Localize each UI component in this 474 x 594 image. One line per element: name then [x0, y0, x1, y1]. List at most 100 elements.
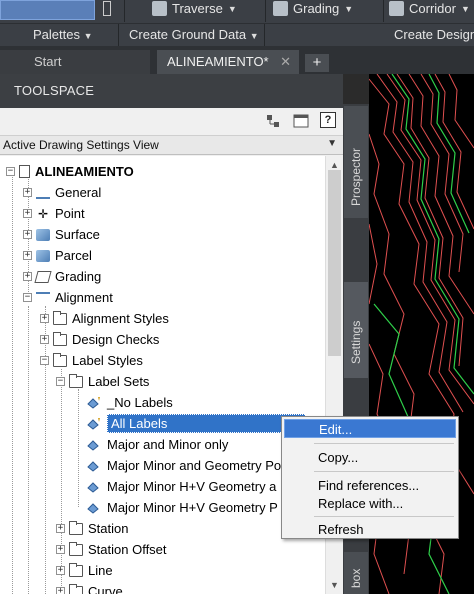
chevron-down-icon: ▼: [249, 31, 259, 41]
tree-node-major-minor-hv-p[interactable]: Major Minor H+V Geometry P: [86, 497, 278, 518]
expand-icon[interactable]: +: [23, 230, 32, 239]
tree-node-alignment-styles[interactable]: + Alignment Styles: [40, 308, 169, 329]
menu-item-find-references[interactable]: Find references...: [284, 476, 456, 495]
expand-icon[interactable]: +: [23, 188, 32, 197]
drawing-icon: [19, 165, 30, 178]
label-set-icon: [87, 461, 99, 472]
menu-item-replace-with[interactable]: Replace with...: [284, 494, 456, 513]
grading-icon: [34, 270, 52, 283]
tree-node-label-sets[interactable]: − Label Sets: [56, 371, 149, 392]
document-tab-bar: Start ALINEAMIENTO* ✕ +: [0, 46, 474, 74]
tree-node-parcel[interactable]: + Parcel: [23, 245, 92, 266]
expand-icon[interactable]: +: [56, 545, 65, 554]
tree-view-icon[interactable]: [264, 112, 282, 130]
traverse-icon: [152, 1, 167, 16]
tree-node-major-minor-only[interactable]: Major and Minor only: [86, 434, 228, 455]
folder-open-icon: [69, 373, 83, 388]
ribbon-tools-row: Traverse ▼ Grading ▼ Corridor ▼: [0, 0, 474, 22]
alignment-icon: [36, 291, 50, 304]
tree-node-alineamiento[interactable]: − ALINEAMIENTO: [6, 161, 134, 182]
tree-node-design-checks[interactable]: + Design Checks: [40, 329, 159, 350]
folder-icon: [69, 541, 83, 556]
label-set-icon: [87, 482, 99, 493]
surface-icon: [36, 228, 50, 241]
collapse-icon[interactable]: −: [56, 377, 65, 386]
expand-icon[interactable]: +: [23, 272, 32, 281]
tree-node-all-labels[interactable]: All Labels: [86, 413, 305, 434]
corridor-icon: [389, 1, 404, 16]
folder-icon: [69, 520, 83, 535]
collapse-icon[interactable]: −: [6, 167, 15, 176]
help-icon[interactable]: ?: [320, 112, 336, 128]
new-tab-button[interactable]: +: [305, 54, 329, 72]
tree-node-grading[interactable]: + Grading: [23, 266, 101, 287]
create-design-panel[interactable]: Create Design: [394, 27, 474, 42]
menu-item-edit[interactable]: Edit...: [284, 419, 456, 438]
palettes-panel[interactable]: Palettes ▼: [33, 27, 93, 42]
chevron-down-icon: ▼: [344, 3, 354, 14]
tree-node-point[interactable]: + ✛ Point: [23, 203, 85, 224]
label-set-icon: [87, 397, 100, 409]
expand-icon[interactable]: +: [40, 335, 49, 344]
grading-icon: [273, 1, 288, 16]
tree-node-surface[interactable]: + Surface: [23, 224, 100, 245]
expand-icon[interactable]: +: [56, 566, 65, 575]
ribbon-panels-row: Palettes ▼ Create Ground Data ▼ Create D…: [0, 23, 474, 46]
settings-tree: − ALINEAMIENTO + General + ✛ Point + Sur…: [0, 156, 325, 594]
menu-item-copy[interactable]: Copy...: [284, 448, 456, 467]
tab-settings[interactable]: Settings: [344, 282, 368, 378]
view-selector[interactable]: Active Drawing Settings View ▼: [0, 135, 343, 155]
point-icon: ✛: [37, 206, 49, 221]
tree-node-no-labels[interactable]: _No Labels: [86, 392, 173, 413]
tree-node-major-minor-geometry[interactable]: Major Minor and Geometry Po: [86, 455, 281, 476]
toolspace-toolbar: ?: [0, 108, 343, 135]
collapse-icon[interactable]: −: [40, 356, 49, 365]
tree-node-line[interactable]: + Line: [56, 560, 113, 581]
label-set-icon: [87, 503, 99, 514]
expand-icon[interactable]: +: [23, 251, 32, 260]
tab-start[interactable]: Start: [0, 50, 150, 74]
tree-node-station-offset[interactable]: + Station Offset: [56, 539, 167, 560]
tree-node-alignment[interactable]: − Alignment: [23, 287, 113, 308]
menu-item-refresh[interactable]: Refresh: [284, 520, 456, 539]
chevron-down-icon: ▼: [327, 138, 337, 149]
create-ground-data-panel[interactable]: Create Ground Data ▼: [129, 27, 259, 42]
scroll-up-icon[interactable]: ▲: [330, 160, 339, 170]
chevron-down-icon: ▼: [227, 3, 237, 14]
context-menu: Edit... Copy... Find references... Repla…: [281, 416, 459, 539]
label-set-icon: [87, 440, 99, 451]
label-set-icon: [87, 418, 100, 430]
tree-node-major-minor-hv-a[interactable]: Major Minor H+V Geometry a: [86, 476, 276, 497]
scrollbar-thumb[interactable]: [328, 170, 341, 356]
tab-alineamiento[interactable]: ALINEAMIENTO* ✕: [157, 50, 299, 74]
chevron-down-icon: ▼: [460, 3, 470, 14]
tree-node-station[interactable]: + Station: [56, 518, 128, 539]
ribbon: Traverse ▼ Grading ▼ Corridor ▼ Palettes…: [0, 0, 474, 46]
parcel-icon: [36, 249, 50, 262]
tree-node-curve[interactable]: + Curve: [56, 581, 123, 594]
ribbon-large-button[interactable]: [0, 0, 95, 20]
tree-node-general[interactable]: + General: [23, 182, 101, 203]
corridor-button[interactable]: Corridor ▼: [389, 1, 470, 16]
phone-icon[interactable]: [103, 1, 111, 16]
folder-open-icon: [53, 352, 67, 367]
tab-prospector[interactable]: Prospector: [344, 106, 368, 218]
grading-button[interactable]: Grading ▼: [273, 1, 353, 16]
toolspace-title: TOOLSPACE: [0, 74, 343, 108]
tab-toolbox[interactable]: box: [344, 552, 368, 594]
folder-icon: [53, 331, 67, 346]
folder-icon: [69, 583, 83, 594]
list-view-icon[interactable]: [292, 112, 310, 130]
collapse-icon[interactable]: −: [23, 293, 32, 302]
expand-icon[interactable]: +: [23, 209, 32, 218]
close-icon[interactable]: ✕: [280, 54, 291, 70]
tree-node-label-styles[interactable]: − Label Styles: [40, 350, 143, 371]
expand-icon[interactable]: +: [56, 587, 65, 594]
traverse-button[interactable]: Traverse ▼: [152, 1, 237, 16]
expand-icon[interactable]: +: [40, 314, 49, 323]
chevron-down-icon: ▼: [83, 31, 93, 41]
general-icon: [36, 187, 50, 199]
folder-icon: [53, 310, 67, 325]
expand-icon[interactable]: +: [56, 524, 65, 533]
scroll-down-icon[interactable]: ▼: [330, 580, 339, 590]
